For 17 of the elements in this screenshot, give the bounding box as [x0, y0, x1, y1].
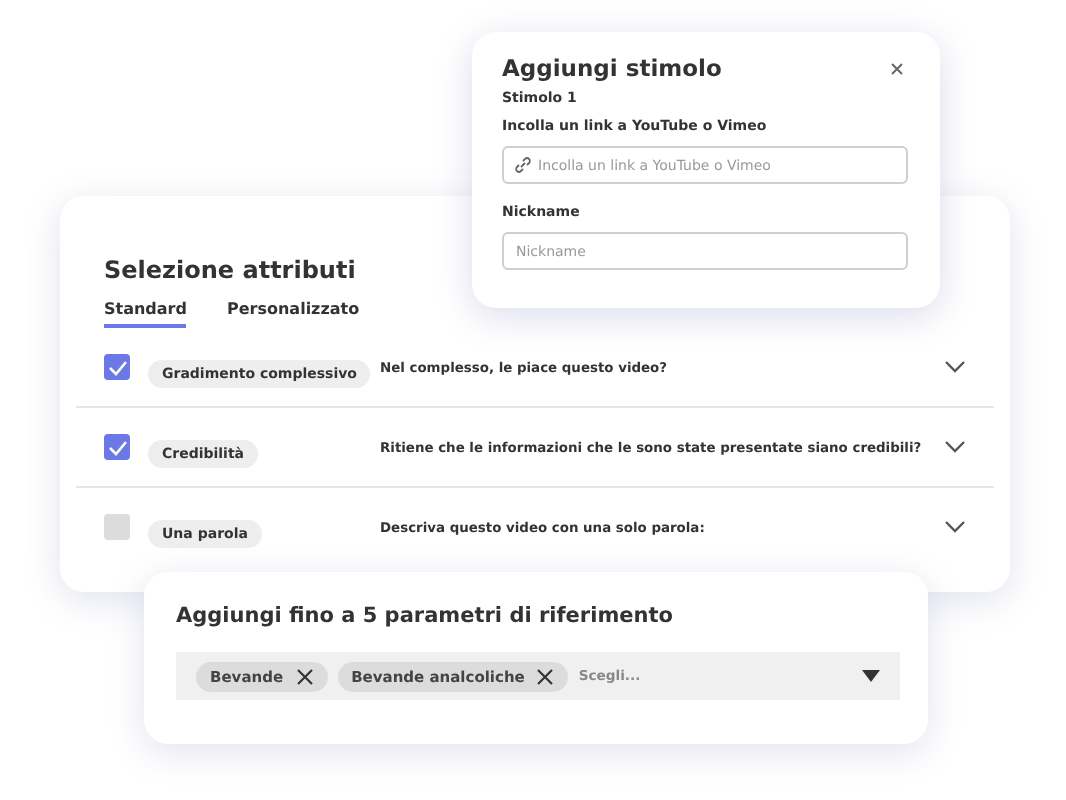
- tab[interactable]: Standard: [104, 300, 187, 328]
- checkbox[interactable]: [104, 514, 130, 540]
- chevron-down-icon: [944, 440, 966, 454]
- remove-icon: [295, 667, 314, 685]
- card-title: Aggiungi fino a 5 parametri di riferimento: [176, 604, 675, 628]
- close-icon: [890, 61, 904, 75]
- checkbox[interactable]: [104, 354, 130, 380]
- dialog-title: Aggiungi stimolo: [502, 54, 722, 82]
- checkbox[interactable]: [104, 434, 130, 460]
- link-icon: [514, 156, 532, 174]
- chevron-down-icon: [944, 520, 966, 534]
- remove-icon: [536, 667, 555, 685]
- dropdown-arrow-icon: [862, 670, 880, 682]
- chevron-down-icon: [944, 360, 966, 374]
- close-button[interactable]: [886, 57, 908, 79]
- tab[interactable]: Personalizzato: [226, 300, 360, 328]
- card-title: Selezione attributi: [104, 256, 356, 284]
